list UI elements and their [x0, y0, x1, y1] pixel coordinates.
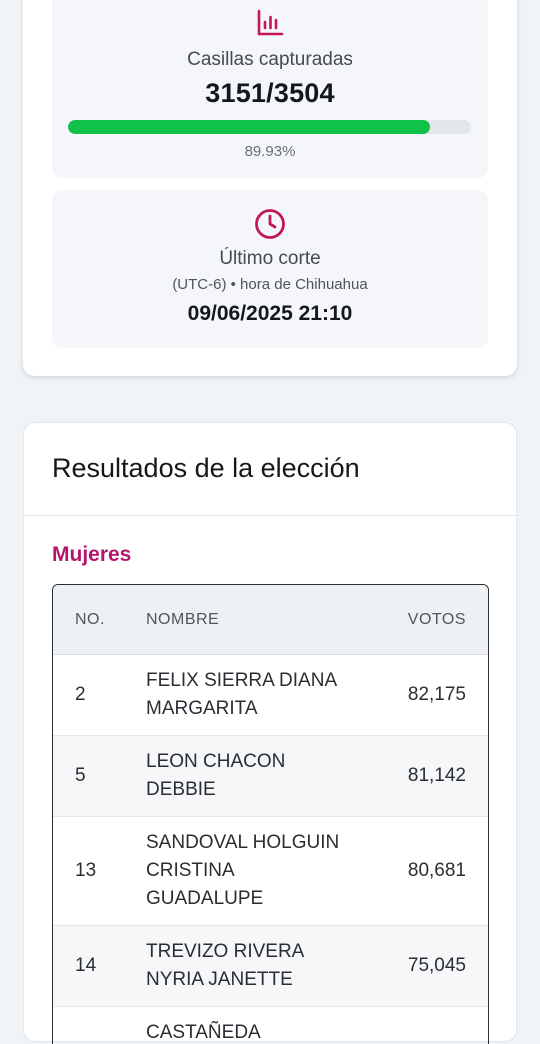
cell-name: FELIX SIERRA DIANA MARGARITA	[146, 655, 355, 736]
column-header-votes[interactable]: VOTOS	[355, 585, 488, 655]
cell-votes: 80,681	[355, 817, 488, 926]
capture-progress-fill	[68, 120, 430, 134]
table-row: 2 FELIX SIERRA DIANA MARGARITA 82,175	[53, 655, 488, 736]
results-title: Resultados de la elección	[52, 453, 360, 484]
table-row: 13 SANDOVAL HOLGUIN CRISTINA GUADALUPE 8…	[53, 817, 488, 926]
cell-no	[53, 1007, 146, 1044]
cell-no: 13	[53, 817, 146, 926]
results-card: Resultados de la elección Mujeres NO. NO…	[23, 422, 517, 1042]
divider	[24, 515, 516, 516]
cell-votes: 75,045	[355, 926, 488, 1007]
captured-stat-box: Casillas capturadas 3151/3504 89.93%	[52, 0, 488, 178]
cell-no: 5	[53, 736, 146, 817]
capture-progress-bar	[68, 120, 471, 134]
cell-no: 2	[53, 655, 146, 736]
column-header-no[interactable]: NO.	[53, 585, 146, 655]
cell-votes: 82,175	[355, 655, 488, 736]
last-cut-label: Último corte	[52, 248, 488, 270]
cell-no: 14	[53, 926, 146, 1007]
bar-chart-icon	[255, 8, 285, 43]
cell-name: LEON CHACON DEBBIE	[146, 736, 355, 817]
section-title-mujeres: Mujeres	[52, 543, 131, 567]
column-header-name[interactable]: NOMBRE	[146, 585, 355, 655]
captured-label: Casillas capturadas	[52, 49, 488, 71]
captured-percent: 89.93%	[52, 143, 488, 160]
last-cut-datetime: 09/06/2025 21:10	[52, 302, 488, 326]
cell-name: TREVIZO RIVERA NYRIA JANETTE	[146, 926, 355, 1007]
cell-votes	[355, 1007, 488, 1044]
cell-name: SANDOVAL HOLGUIN CRISTINA GUADALUPE	[146, 817, 355, 926]
timezone-text: (UTC-6) • hora de Chihuahua	[52, 276, 488, 293]
table-row: CASTAÑEDA	[53, 1007, 488, 1044]
table-header-row: NO. NOMBRE VOTOS	[53, 585, 488, 655]
table-row: 14 TREVIZO RIVERA NYRIA JANETTE 75,045	[53, 926, 488, 1007]
summary-card: Casillas capturadas 3151/3504 89.93% Últ…	[23, 0, 517, 376]
cell-votes: 81,142	[355, 736, 488, 817]
captured-value: 3151/3504	[52, 78, 488, 109]
table-row: 5 LEON CHACON DEBBIE 81,142	[53, 736, 488, 817]
clock-icon	[253, 207, 287, 246]
results-table: NO. NOMBRE VOTOS 2 FELIX SIERRA DIANA MA…	[52, 584, 489, 1044]
last-cut-stat-box: Último corte (UTC-6) • hora de Chihuahua…	[52, 190, 488, 348]
cell-name: CASTAÑEDA	[146, 1007, 355, 1044]
